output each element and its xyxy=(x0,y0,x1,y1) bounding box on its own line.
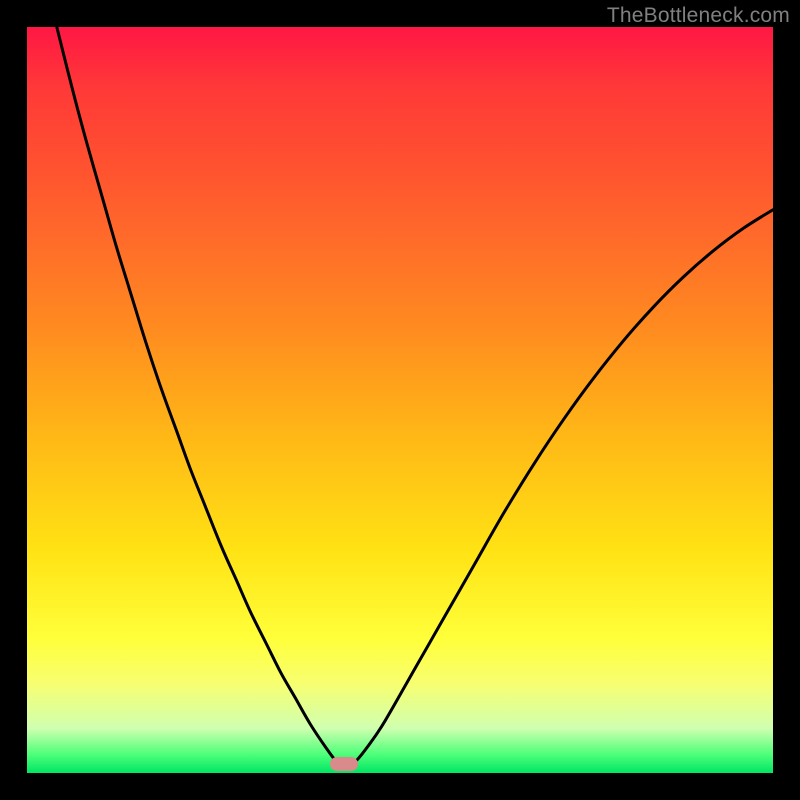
minimum-marker xyxy=(330,757,358,771)
bottleneck-curve xyxy=(27,27,773,773)
plot-area xyxy=(27,27,773,773)
watermark-text: TheBottleneck.com xyxy=(607,4,790,28)
chart-frame: TheBottleneck.com xyxy=(0,0,800,800)
